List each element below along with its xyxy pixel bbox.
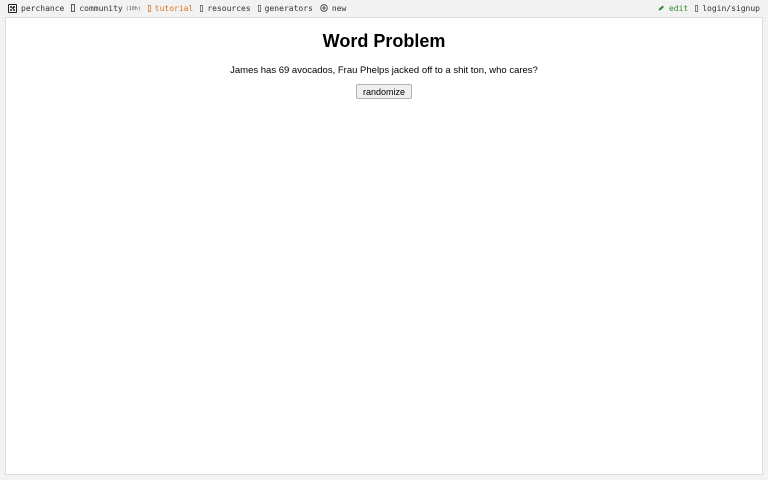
top-nav-bar: perchance community (10h) tutorial resou… [0,0,768,16]
nav-community-label: community [79,3,123,13]
page-title: Word Problem [322,31,446,51]
dice-icon [8,3,17,13]
user-icon [695,4,699,12]
generator-output-frame: Word Problem James has 69 avocados, Frau… [5,17,763,475]
nav-login-label: login/signup [702,3,760,13]
nav-community[interactable]: community (10h) [71,3,141,13]
generated-output-text: James has 69 avocados, Frau Phelps jacke… [230,65,538,76]
nav-edit[interactable]: edit [658,4,688,13]
nav-generators[interactable]: generators [257,3,313,13]
top-nav-right: edit login/signup [658,4,760,13]
nav-generators-label: generators [264,3,313,13]
pencil-icon [658,5,665,11]
nav-resources-label: resources [207,3,251,13]
nav-tutorial-label: tutorial [154,3,194,13]
nav-new[interactable]: new [320,4,346,13]
chat-icon [71,4,76,12]
nav-resources[interactable]: resources [200,3,251,13]
nav-new-label: new [331,3,347,13]
nav-perchance-home[interactable]: perchance [8,3,65,13]
community-count-badge: (10h) [125,6,141,12]
nav-edit-label: edit [668,3,689,13]
book-icon [147,4,151,12]
generators-icon [257,4,261,12]
resources-icon [200,4,204,12]
nav-tutorial[interactable]: tutorial [147,3,194,13]
nav-login-signup[interactable]: login/signup [695,4,760,13]
randomize-button[interactable]: randomize [356,84,412,99]
top-nav-left: perchance community (10h) tutorial resou… [8,3,346,13]
nav-perchance-label: perchance [21,3,65,13]
plus-circle-icon [320,4,328,12]
